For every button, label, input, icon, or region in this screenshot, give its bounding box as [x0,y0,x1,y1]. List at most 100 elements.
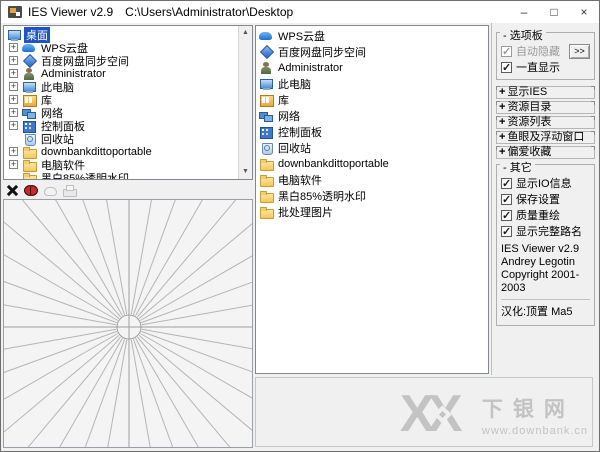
computer-icon [22,81,36,93]
folder-icon [22,146,37,159]
expand-panel-button[interactable]: >> [569,43,590,59]
expand-toggle[interactable]: + [9,43,18,52]
folder-icon [22,159,37,172]
fit-view-icon[interactable] [5,183,20,197]
polar-ray [84,339,126,447]
section-header[interactable]: + 鱼眼及浮动窗口 [496,131,595,144]
list-item[interactable]: 黑白85%透明水印 [258,188,488,204]
tree-item-label: 黑白85%透明水印 [41,172,130,180]
list-item[interactable]: 批处理图片 [258,204,488,220]
tree-item[interactable]: +黑白85%透明水印 [6,171,252,180]
list-item-label: downbankdittoportable [278,158,389,170]
checkbox-row[interactable]: 显示IO信息 [501,175,590,191]
auto-hide-row[interactable]: 自动隐藏 >> [501,43,590,59]
section-label: 鱼眼及浮动窗口 [507,131,585,143]
polar-ray [138,335,252,431]
tree-scrollbar[interactable]: ▲ ▼ [238,26,252,179]
expand-toggle[interactable]: + [9,108,18,117]
title-bar: IES Viewer v2.9 C:\Users\Administrator\D… [1,1,599,23]
polar-ray [82,200,126,315]
list-item[interactable]: 网络 [258,108,488,124]
scroll-up-icon[interactable]: ▲ [239,26,252,40]
library-icon [259,94,274,107]
checkbox-row[interactable]: 显示完整路名 [501,223,590,239]
app-icon [8,6,22,18]
list-item[interactable]: 库 [258,92,488,108]
other-checkboxes: 显示IO信息保存设置质量重绘显示完整路名 [501,175,590,239]
tree-item-label: 回收站 [41,133,74,146]
expand-toggle[interactable]: + [9,95,18,104]
diamond-icon [22,55,36,67]
diamond-icon [259,46,273,58]
smooth-cloud-icon [43,183,58,197]
list-item[interactable]: Administrator [258,60,488,76]
checkbox-label: 保存设置 [516,194,560,206]
checkbox-row[interactable]: 质量重绘 [501,207,590,223]
close-button[interactable]: × [569,1,599,23]
expand-toggle[interactable]: + [9,121,18,130]
list-item-label: 黑白85%透明水印 [278,191,367,203]
folder-icon [259,158,274,171]
watermark: XX 下银网 www.downbank.cn [400,388,588,440]
expand-toggle[interactable]: + [9,69,18,78]
polar-ray [138,223,252,319]
list-item-label: 百度网盘同步空间 [278,47,366,59]
maximize-button[interactable]: □ [539,1,569,23]
window-controls: – □ × [509,1,599,23]
cloud-icon [259,30,273,42]
list-item[interactable]: 此电脑 [258,76,488,92]
photometric-icon[interactable] [24,183,39,197]
list-item-label: 电脑软件 [278,175,322,187]
always-show-checkbox[interactable] [501,61,512,74]
desktop-icon [7,29,21,41]
checkbox-label: 质量重绘 [516,210,560,222]
folder-icon [259,190,274,203]
section-header[interactable]: + 偏爱收藏 [496,146,595,159]
list-item[interactable]: WPS云盘 [258,28,488,44]
auto-hide-checkbox[interactable] [501,45,512,58]
polar-ray [141,304,252,326]
list-item[interactable]: 回收站 [258,140,488,156]
section-header[interactable]: + 显示IES [496,86,595,99]
expand-toggle[interactable]: + [9,82,18,91]
window-title: IES Viewer v2.9 [28,5,114,19]
always-show-row[interactable]: 一直显示 [501,59,590,75]
list-item-label: Administrator [278,62,343,74]
folder-icon [259,174,274,187]
tree-item[interactable]: +回收站 [6,132,252,146]
expand-toggle[interactable]: + [9,160,18,169]
folder-icon [259,206,274,219]
computer-icon [259,78,273,90]
view-toolbar [5,183,81,197]
section-header[interactable]: + 资源目录 [496,101,595,114]
other-group: - 其它 显示IO信息保存设置质量重绘显示完整路名 IES Viewer v2.… [496,159,595,326]
expand-toggle[interactable]: + [9,56,18,65]
tree-item[interactable]: + 百度网盘同步空间 [6,54,252,68]
checkbox[interactable] [501,225,512,238]
minimize-button[interactable]: – [509,1,539,23]
list-item[interactable]: 百度网盘同步空间 [258,44,488,60]
polar-ray [21,200,121,318]
list-item-label: WPS云盘 [278,31,326,43]
about-line: Andrey Legotin [501,256,575,268]
expand-toggle[interactable]: + [9,147,18,156]
list-item[interactable]: 控制面板 [258,124,488,140]
checkbox[interactable] [501,193,512,206]
collapse-indicator: + [499,101,506,113]
options-group-panel: - 选项板 自动隐藏 >> 一直显示 [496,27,595,80]
collapse-indicator: + [499,146,506,158]
checkbox[interactable] [501,209,512,222]
print-icon [62,183,77,197]
checkbox[interactable] [501,177,512,190]
recycle-icon [259,142,273,155]
list-item[interactable]: downbankdittoportable [258,156,488,172]
list-item[interactable]: 电脑软件 [258,172,488,188]
controlpanel-icon [259,126,273,139]
folder-tree: 桌面 + WPS云盘 + 百度网盘同步空间 + Administrator + 此电脑 + 库 + 网络… [4,26,252,180]
app-window: IES Viewer v2.9 C:\Users\Administrator\D… [0,0,600,452]
watermark-url: www.downbank.cn [481,425,588,437]
scroll-down-icon[interactable]: ▼ [239,165,252,179]
collapse-indicator: + [499,131,506,143]
checkbox-row[interactable]: 保存设置 [501,191,590,207]
section-header[interactable]: + 资源列表 [496,116,595,129]
